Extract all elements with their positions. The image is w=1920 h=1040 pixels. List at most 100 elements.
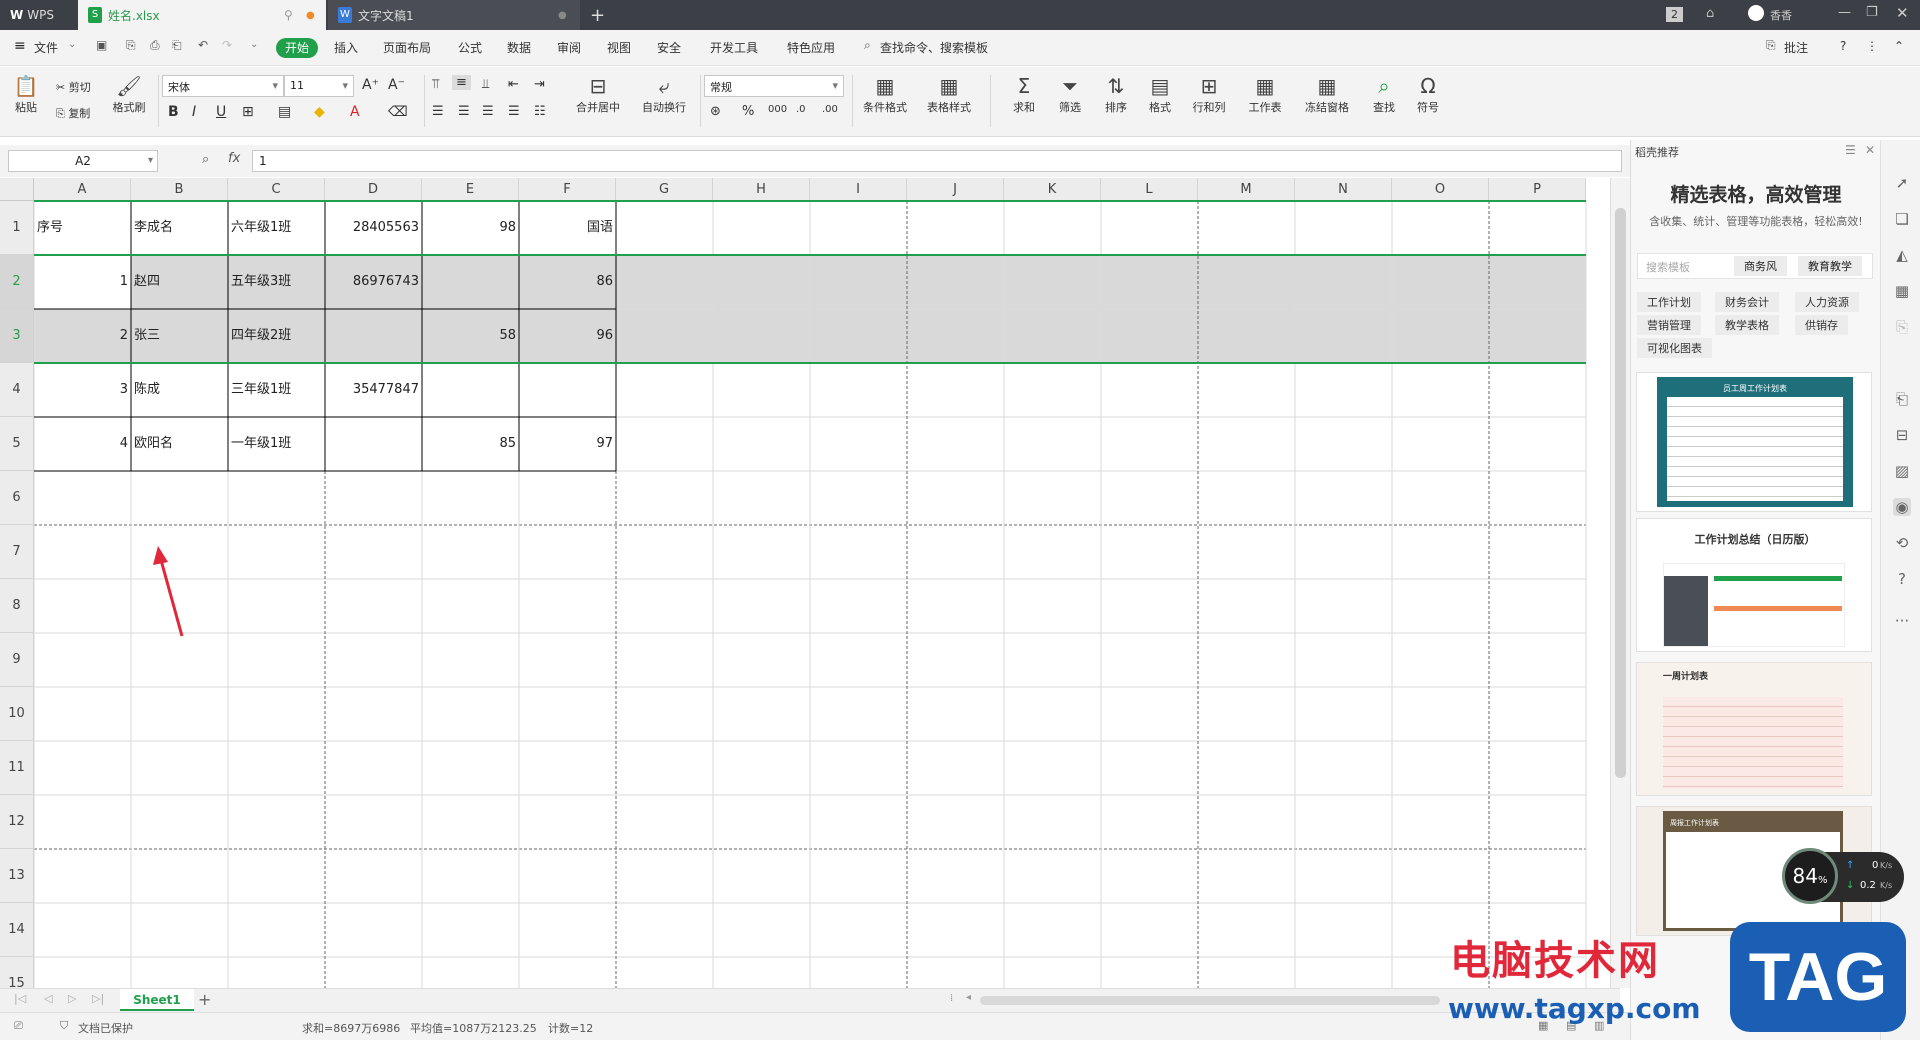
style-icon[interactable]: ◭ <box>1893 246 1911 264</box>
paste-button[interactable]: 📋 粘贴 <box>10 73 42 115</box>
layout-icon[interactable]: ⎚ <box>14 1019 23 1033</box>
tab-special[interactable]: 特色应用 <box>787 39 835 56</box>
command-search[interactable]: 查找命令、搜索模板 <box>880 39 988 56</box>
category-hr[interactable]: 人力资源 <box>1795 292 1859 312</box>
align-middle-icon[interactable]: ≡ <box>452 75 471 90</box>
fx-button[interactable]: fx <box>228 151 240 166</box>
zoom-formula-icon[interactable]: ⌕ <box>202 152 209 167</box>
indent-decrease-icon[interactable]: ⇤ <box>508 77 519 92</box>
shapes-icon[interactable]: ❏ <box>1893 210 1911 228</box>
pin-icon[interactable]: ⚲ <box>284 8 293 22</box>
hscroll-split-icon[interactable]: ⁞ <box>950 993 960 1007</box>
window-count-badge[interactable]: 2 <box>1666 7 1683 22</box>
protection-status[interactable]: 文档已保护 <box>78 1020 133 1036</box>
template-search-box[interactable]: 搜索模板 商务风 教育教学 <box>1637 253 1873 279</box>
analysis-icon[interactable]: ⎘ <box>1893 318 1911 336</box>
align-center-icon[interactable]: ☰ <box>458 104 470 119</box>
undo-icon[interactable]: ↶ <box>198 38 208 52</box>
symbol-button[interactable]: Ω 符号 <box>1408 73 1448 115</box>
bold-icon[interactable]: B <box>168 104 179 120</box>
indent-increase-icon[interactable]: ⇥ <box>534 77 545 92</box>
sum-button[interactable]: Σ 求和 <box>1004 73 1044 115</box>
template-recommend-icon[interactable]: ◉ <box>1893 498 1911 516</box>
cursor-icon[interactable]: ➚ <box>1893 174 1911 192</box>
add-sheet-button[interactable]: + <box>198 990 211 1009</box>
format-button[interactable]: ▤ 格式 <box>1140 73 1180 115</box>
tab-view[interactable]: 视图 <box>607 39 631 56</box>
thousands-icon[interactable]: 000 <box>768 104 787 115</box>
template-card-3[interactable]: 一周计划表 <box>1636 662 1872 796</box>
vertical-scrollbar[interactable] <box>1610 178 1630 988</box>
panel-close-icon[interactable]: ✕ <box>1865 143 1875 157</box>
prev-sheet-icon[interactable]: ◁ <box>44 992 52 1005</box>
avatar[interactable] <box>1748 5 1764 21</box>
count-readout[interactable]: 计数=12 <box>548 1020 593 1036</box>
conditional-format-button[interactable]: ▦ 条件格式 <box>856 73 914 115</box>
tab-close-dot-icon[interactable]: ● <box>558 10 567 21</box>
table-style-button[interactable]: ▦ 表格样式 <box>920 73 978 115</box>
tab-page-layout[interactable]: 页面布局 <box>383 39 431 56</box>
tab-wps-home[interactable]: W WPS <box>0 0 76 30</box>
print-icon[interactable]: ⎙ <box>150 38 160 53</box>
archive-icon[interactable]: ⊟ <box>1893 426 1911 444</box>
row-col-button[interactable]: ⊞ 行和列 <box>1186 73 1232 115</box>
italic-icon[interactable]: I <box>192 104 196 120</box>
quick-access-chevron-icon[interactable]: ⌄ <box>250 39 258 50</box>
restore-icon[interactable]: ❐ <box>1866 5 1878 20</box>
category-marketing[interactable]: 营销管理 <box>1637 315 1701 335</box>
category-work-plan[interactable]: 工作计划 <box>1637 292 1701 312</box>
merge-center-button[interactable]: ⊟ 合并居中 <box>566 73 630 115</box>
name-box[interactable]: A2 ▾ <box>8 150 158 172</box>
new-tab-button[interactable]: + <box>590 0 614 30</box>
panel-menu-icon[interactable]: ☰ <box>1845 143 1856 157</box>
fill-style-icon[interactable]: ▤ <box>278 104 291 120</box>
save-icon[interactable]: ▣ <box>96 38 107 52</box>
increase-font-icon[interactable]: A⁺ <box>362 77 379 93</box>
more-icon[interactable]: ⋮ <box>1866 39 1878 53</box>
cut-button[interactable]: ✂ 剪切 <box>56 79 91 95</box>
average-readout[interactable]: 平均值=1087万2123.25 <box>410 1020 537 1036</box>
history-icon[interactable]: ⟲ <box>1893 534 1911 552</box>
decrease-font-icon[interactable]: A⁻ <box>388 77 405 93</box>
distributed-icon[interactable]: ☷ <box>534 104 546 119</box>
skin-icon[interactable]: ⌂ <box>1706 6 1714 21</box>
formula-input[interactable]: 1 <box>252 150 1622 172</box>
backup-icon[interactable]: ⎗ <box>1893 390 1911 408</box>
fill-color-icon[interactable]: ◆ <box>314 104 325 120</box>
last-sheet-icon[interactable]: ▷| <box>92 992 104 1005</box>
number-format-select[interactable]: 常规 ▾ <box>704 75 844 97</box>
hamburger-icon[interactable]: ≡ <box>14 38 26 54</box>
tab-writer[interactable]: W 文字文稿1 ● <box>328 0 580 30</box>
comment-button[interactable]: 批注 <box>1784 39 1808 56</box>
font-size-select[interactable]: 11 ▾ <box>284 75 354 97</box>
close-icon[interactable]: ✕ <box>1896 4 1909 22</box>
image-icon[interactable]: ▨ <box>1893 462 1911 480</box>
filter-button[interactable]: ⏷ 筛选 <box>1050 73 1090 115</box>
next-sheet-icon[interactable]: ▷ <box>68 992 76 1005</box>
first-sheet-icon[interactable]: |◁ <box>14 992 26 1005</box>
copy-button[interactable]: ⎘ 复制 <box>56 105 90 121</box>
sheet-tab-sheet1[interactable]: Sheet1 <box>120 989 194 1011</box>
tab-review[interactable]: 审阅 <box>557 39 581 56</box>
scroll-left-icon[interactable]: ◂ <box>966 992 971 1003</box>
decimal-increase-icon[interactable]: .0 <box>796 104 806 115</box>
tab-start[interactable]: 开始 <box>276 38 318 58</box>
currency-icon[interactable]: ⊛ <box>710 104 721 119</box>
spreadsheet-grid[interactable]: ABCDEFGHIJKLMNOP 1 2 3 4 5 6 7 8 9 10 11 12 13 14 15 序… <box>0 178 1610 988</box>
border-icon[interactable]: ⊞ <box>242 104 254 120</box>
tab-data[interactable]: 数据 <box>507 39 531 56</box>
minimize-icon[interactable]: — <box>1838 5 1851 20</box>
horizontal-scroll-thumb[interactable] <box>980 996 1440 1005</box>
sum-readout[interactable]: 求和=8697万6986 <box>302 1020 400 1036</box>
decimal-decrease-icon[interactable]: .00 <box>822 104 838 115</box>
worksheet-button[interactable]: ▦ 工作表 <box>1240 73 1290 115</box>
clear-icon[interactable]: ⌫ <box>388 104 408 120</box>
align-top-icon[interactable]: ⫪ <box>432 77 439 92</box>
tab-insert[interactable]: 插入 <box>334 39 358 56</box>
network-monitor-widget[interactable]: 84% ↑ 0 K/s ↓ 0.2 K/s <box>1782 848 1904 904</box>
find-button[interactable]: ⌕ 查找 <box>1364 73 1404 115</box>
category-supply[interactable]: 供销存 <box>1795 315 1848 335</box>
redo-icon[interactable]: ↷ <box>222 38 232 52</box>
table-icon[interactable]: ▦ <box>1893 282 1911 300</box>
search-tag-education[interactable]: 教育教学 <box>1798 256 1862 276</box>
